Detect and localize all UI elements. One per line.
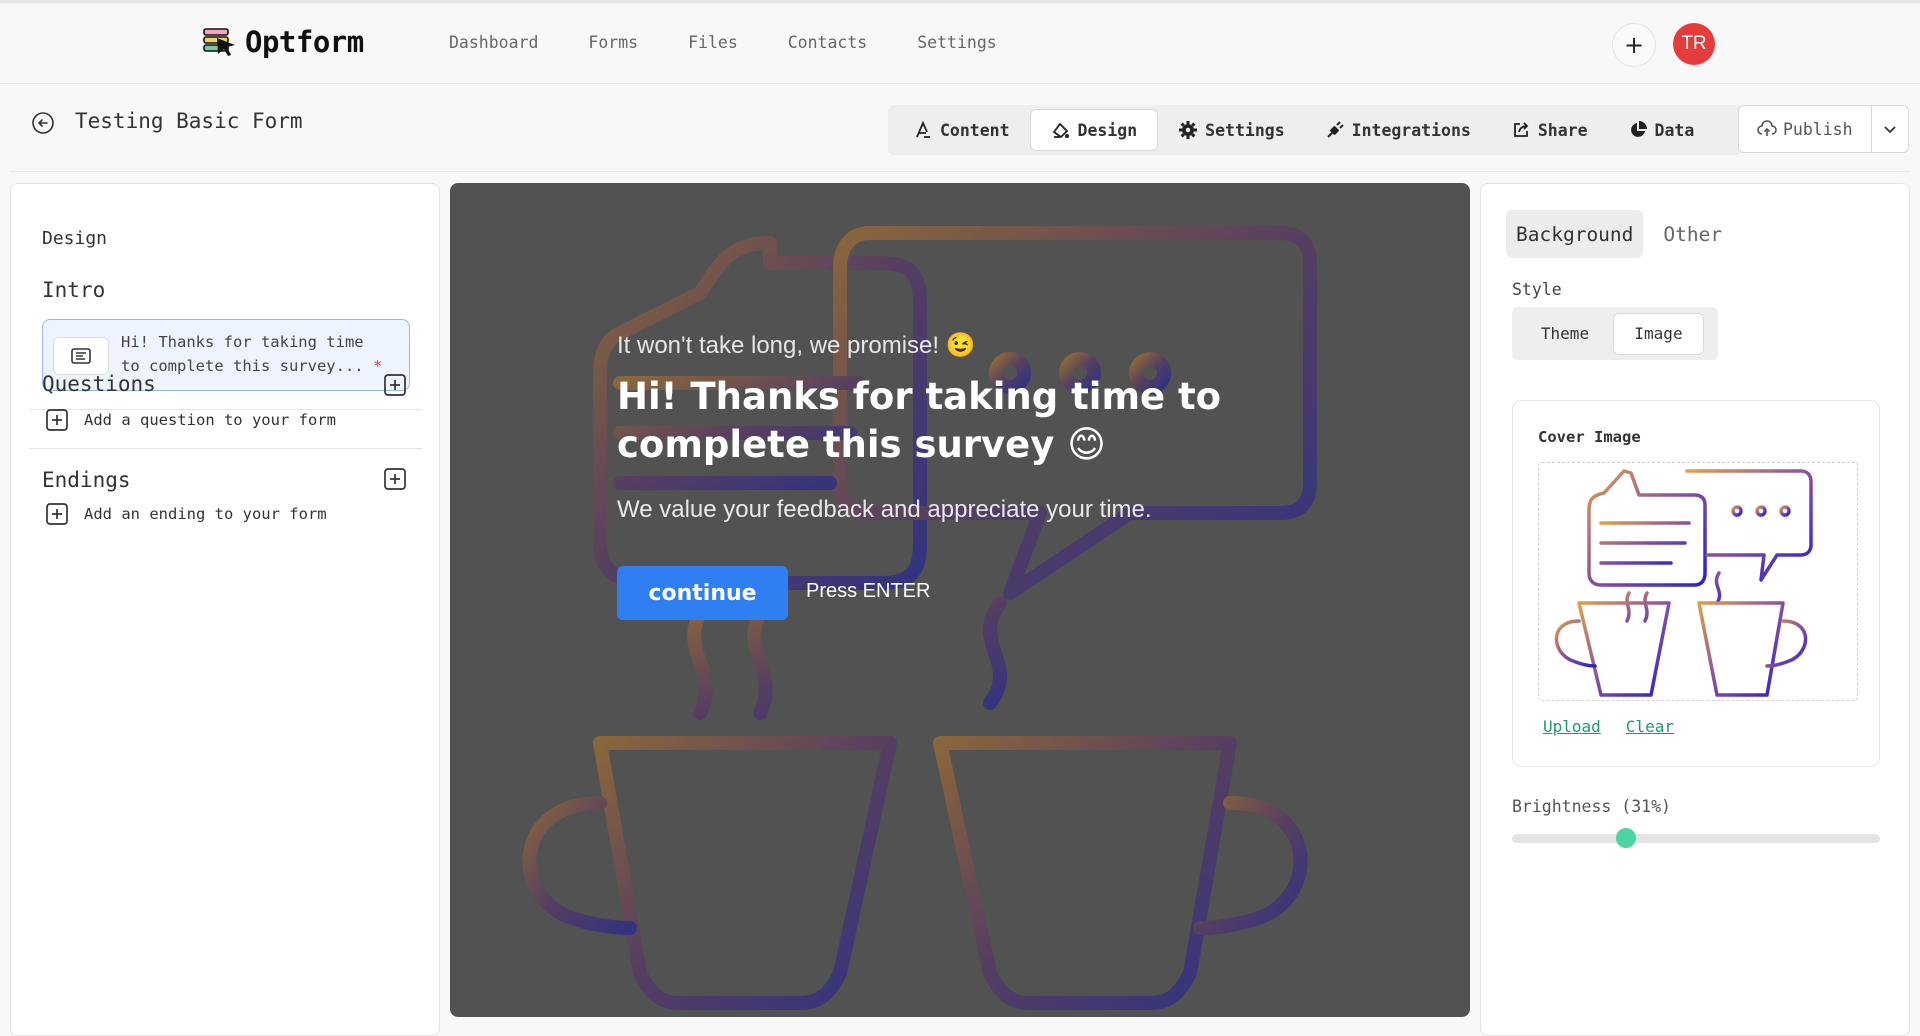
publish-options-button[interactable] [1872,125,1908,134]
preview-tagline: It won't take long, we promise! 😉 [617,332,976,359]
editor-header: Testing Basic Form Content Design Settin… [10,85,1910,172]
continue-button[interactable]: continue [617,566,788,620]
tab-background[interactable]: Background [1506,210,1644,258]
cover-image-card: Cover Image Upload Clear [1512,400,1880,767]
upload-link[interactable]: Upload [1543,717,1601,736]
pie-chart-icon [1630,121,1647,137]
intro-card-text: Hi! Thanks for taking time to complete t… [121,330,391,378]
cover-image-thumbnail [1554,469,1813,697]
tab-design[interactable]: Design [1029,109,1159,151]
design-tabs: Background Other [1506,210,1742,258]
nav-dashboard[interactable]: Dashboard [449,33,538,52]
plus-icon: + [1623,31,1645,59]
tab-label: Data [1654,120,1695,140]
plus-square-icon [46,409,68,431]
optform-logo-icon [203,28,235,56]
tab-other[interactable]: Other [1653,210,1732,258]
share-icon [1513,122,1529,137]
form-preview: It won't take long, we promise! 😉 Hi! Th… [450,183,1470,1017]
back-arrow-icon[interactable] [31,111,55,135]
tab-data[interactable]: Data [1608,109,1715,151]
coffee-chat-illustration-background [522,226,1317,1010]
tab-label: Design [1077,120,1138,140]
add-ending-link[interactable]: Add an ending to your form [45,502,327,526]
brightness-label: Brightness (31%) [1512,797,1671,816]
intro-card-label: Hi! Thanks for taking time to complete t… [121,333,364,375]
nav-settings[interactable]: Settings [917,33,996,52]
tab-content[interactable]: Content [893,109,1030,151]
plug-icon [1326,121,1344,138]
form-title[interactable]: Testing Basic Form [75,109,303,133]
style-toggle: Theme Image [1512,307,1718,360]
gear-icon [1179,121,1198,139]
cover-image-dropzone[interactable] [1538,462,1858,701]
endings-title-text: Endings [42,468,131,492]
structure-panel: Design Intro Hi! Thanks for taking time … [10,183,440,1036]
brightness-slider-thumb[interactable] [1616,828,1637,848]
endings-section-title: Endings [42,468,131,492]
section-divider [30,448,422,449]
nav-forms[interactable]: Forms [588,33,638,52]
intro-type-icon-box [53,337,109,375]
add-ending-plus-icon[interactable] [383,467,407,491]
style-image-option[interactable]: Image [1613,312,1704,355]
create-new-button[interactable]: + [1612,23,1656,67]
text-block-icon [71,348,91,364]
user-avatar[interactable]: TR [1673,23,1715,65]
design-settings-panel: Background Other Style Theme Image Cover… [1480,183,1910,1036]
tab-integrations[interactable]: Integrations [1305,109,1491,151]
top-navbar: Optform Dashboard Forms Files Contacts S… [0,3,1920,84]
tab-label: Share [1537,120,1588,140]
publish-button[interactable]: Publish [1739,106,1872,152]
app-name: Optform [245,25,364,59]
brightness-slider[interactable] [1512,828,1880,848]
questions-section-title: Questions [42,372,156,396]
publish-label: Publish [1783,119,1853,139]
design-icon [1052,122,1069,139]
plus-square-icon [46,503,68,525]
style-theme-option[interactable]: Theme [1517,313,1613,355]
clear-link[interactable]: Clear [1626,717,1674,736]
required-mark: * [372,357,383,375]
add-question-label: Add a question to your form [84,411,336,429]
press-enter-hint: Press ENTER [806,580,931,602]
add-ending-label: Add an ending to your form [84,505,327,523]
preview-subtitle: We value your feedback and appreciate yo… [617,496,1152,523]
preview-title: Hi! Thanks for taking time to complete t… [617,375,1222,466]
cloud-upload-icon [1757,120,1777,136]
cover-image-actions: Upload Clear [1543,717,1674,736]
app-logo[interactable]: Optform [203,25,364,59]
nav-contacts[interactable]: Contacts [788,33,867,52]
tab-label: Settings [1205,120,1285,140]
main-nav: Dashboard Forms Files Contacts Settings [449,33,1047,52]
add-question-link[interactable]: Add a question to your form [45,408,336,432]
tab-share[interactable]: Share [1491,109,1608,151]
chevron-down-icon [1884,125,1896,133]
add-question-plus-icon[interactable] [383,373,407,397]
panel-heading: Design [42,228,108,249]
style-label: Style [1512,280,1562,299]
tab-settings[interactable]: Settings [1158,109,1304,151]
tab-label: Integrations [1351,120,1471,140]
tab-label: Content [940,120,1010,140]
editor-tabs: Content Design Settings Integrations Sha… [888,105,1743,155]
content-icon [916,120,930,138]
cover-image-label: Cover Image [1538,428,1641,446]
intro-section-title: Intro [42,278,106,302]
questions-title-text: Questions [42,372,156,396]
publish-split-button: Publish [1738,105,1909,153]
nav-files[interactable]: Files [688,33,738,52]
